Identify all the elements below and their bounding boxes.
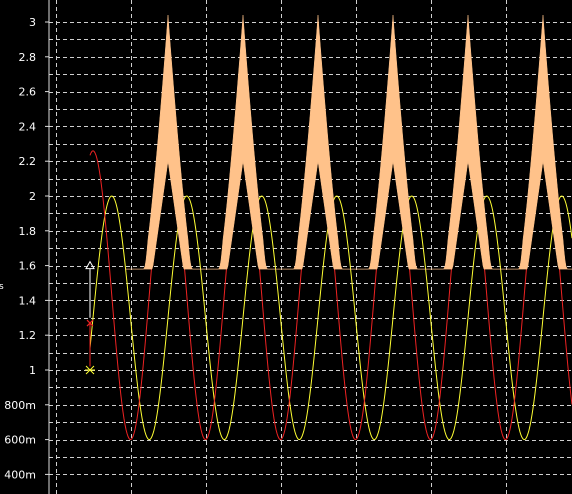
y-tick-label: 1.2 [19,329,37,342]
y-tick-label: 1.6 [19,260,37,273]
y-tick-label: 3 [29,16,36,29]
y-tick-label: 400m [4,468,36,481]
y-tick-label: 800m [4,399,36,412]
oscilloscope-plot: 32.82.62.42.221.81.61.41.21800m600m400m … [0,0,572,494]
y-tick-label: 2.4 [19,120,37,133]
y-tick-label: 1 [29,364,36,377]
y-axis-side-label: s [0,282,4,292]
y-tick-label: 1.8 [19,225,37,238]
y-tick-label: 2.8 [19,51,37,64]
y-tick-label: 2 [29,190,36,203]
y-tick-label: 2.2 [19,155,37,168]
y-tick-label: 600m [4,434,36,447]
y-tick-label: 2.6 [19,86,37,99]
y-tick-label: 1.4 [19,294,37,307]
